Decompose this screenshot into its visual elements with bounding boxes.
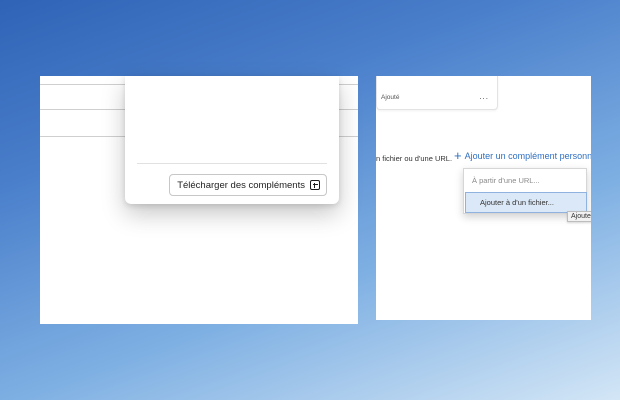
plus-square-icon bbox=[310, 180, 320, 190]
menu-item-from-file[interactable]: Ajouter à d'un fichier... bbox=[465, 192, 587, 213]
menu-item-from-url[interactable]: À partir d'une URL... bbox=[464, 169, 586, 191]
add-custom-addin-label: Ajouter un complément personn bbox=[464, 151, 591, 161]
plus-icon: + bbox=[454, 148, 462, 163]
addins-popup: Télécharger des compléments bbox=[125, 76, 339, 204]
custom-addin-instruction: n fichier ou d'une URL. bbox=[376, 154, 453, 163]
addin-card[interactable]: Ajouté ... bbox=[376, 76, 498, 110]
tooltip: Ajoute bbox=[567, 211, 591, 222]
add-addin-dropdown: À partir d'une URL... Ajouter à d'un fic… bbox=[463, 168, 587, 214]
more-options-icon[interactable]: ... bbox=[479, 92, 489, 101]
add-custom-addin-button[interactable]: + Ajouter un complément personn bbox=[454, 148, 591, 163]
addin-status: Ajouté bbox=[381, 94, 400, 101]
right-window-panel: Ajouté ... n fichier ou d'une URL. + Ajo… bbox=[376, 76, 591, 320]
download-addins-label: Télécharger des compléments bbox=[177, 179, 305, 191]
popup-divider bbox=[137, 163, 327, 164]
download-addins-button[interactable]: Télécharger des compléments bbox=[169, 174, 327, 196]
